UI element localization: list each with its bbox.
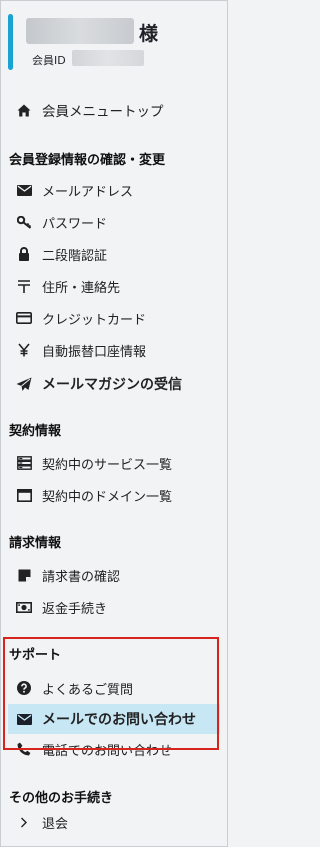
menu-item-contracted-domains[interactable]: 契約中のドメイン一覧 [16,480,172,510]
menu-item-label: 契約中のサービス一覧 [42,457,173,473]
menu-item-label: メールマガジンの受信 [42,377,182,393]
money-bill-icon [16,599,32,615]
member-accent-bar [8,14,13,70]
lock-icon [16,246,32,262]
menu-item-label: 自動振替口座情報 [42,344,147,360]
member-id-label: 会員ID [32,54,66,67]
menu-item-label: 返金手続き [42,601,108,617]
menu-item-label: パスワード [42,216,108,232]
postal-mark-icon [16,278,32,294]
menu-item-withdrawal[interactable]: 退会 [16,807,68,837]
menu-item-label: メールアドレス [42,184,134,200]
member-header: 様 会員ID [0,12,228,72]
menu-item-address-contact[interactable]: 住所・連絡先 [16,271,120,301]
menu-item-label: 退会 [42,816,69,832]
menu-item-password[interactable]: パスワード [16,207,107,237]
menu-item-label: 住所・連絡先 [42,280,121,296]
menu-item-invoice-check[interactable]: 請求書の確認 [16,560,120,590]
menu-item-credit-card[interactable]: クレジットカード [16,303,146,333]
menu-item-email-address[interactable]: メールアドレス [16,175,133,205]
note-icon [16,567,32,583]
menu-item-two-factor-auth[interactable]: 二段階認証 [16,239,107,269]
menu-item-label: 契約中のドメイン一覧 [42,489,173,505]
section-title-other: その他のお手続き [9,791,114,806]
menu-item-auto-transfer-account[interactable]: 自動振替口座情報 [16,335,146,365]
menu-item-label: 請求書の確認 [42,569,121,585]
section-title-registration: 会員登録情報の確認・変更 [9,153,166,168]
menu-item-label: クレジットカード [42,312,147,328]
menu-item-label: 会員メニュートップ [42,104,164,120]
menu-item-label: 二段階認証 [42,248,108,264]
section-title-contract: 契約情報 [9,424,62,439]
yen-icon [16,342,32,358]
envelope-icon [16,182,32,198]
member-honorific: 様 [139,23,160,45]
credit-card-icon [16,310,32,326]
menu-item-contracted-services[interactable]: 契約中のサービス一覧 [16,448,172,478]
menu-item-refund[interactable]: 返金手続き [16,592,107,622]
section-title-billing: 請求情報 [9,536,62,551]
member-name-redacted [26,18,134,44]
menu-item-member-top[interactable]: 会員メニュートップ [16,95,164,125]
chevron-right-icon [16,814,32,830]
key-icon [16,214,32,230]
menu-item-mail-magazine[interactable]: メールマガジンの受信 [16,369,182,399]
member-id-redacted [72,50,144,66]
paper-plane-icon [16,376,32,392]
support-highlight-frame [3,637,219,750]
window-icon [16,487,32,503]
server-icon [16,455,32,471]
home-icon [16,102,32,118]
